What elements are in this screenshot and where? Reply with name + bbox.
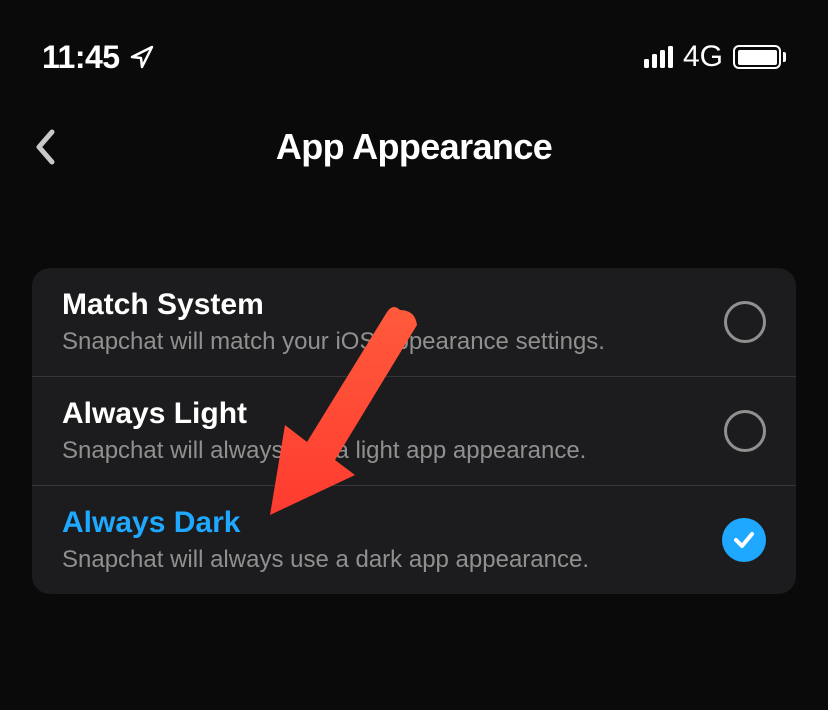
cellular-signal-icon bbox=[644, 46, 673, 68]
status-bar-right: 4G bbox=[644, 40, 786, 74]
option-subtitle: Snapchat will match your iOS appearance … bbox=[62, 328, 724, 356]
network-type-label: 4G bbox=[683, 40, 723, 74]
radio-selected-icon bbox=[722, 518, 766, 562]
chevron-left-icon bbox=[34, 128, 56, 166]
option-subtitle: Snapchat will always use a dark app appe… bbox=[62, 546, 722, 574]
page-header: App Appearance bbox=[0, 78, 828, 178]
checkmark-icon bbox=[732, 528, 756, 552]
radio-unselected-icon bbox=[724, 410, 766, 452]
clock-time: 11:45 bbox=[42, 39, 120, 76]
option-always-dark[interactable]: Always Dark Snapchat will always use a d… bbox=[32, 486, 796, 594]
location-arrow-icon bbox=[130, 45, 154, 69]
option-text: Match System Snapchat will match your iO… bbox=[62, 288, 724, 356]
page-title: App Appearance bbox=[276, 126, 552, 168]
status-bar: 11:45 4G bbox=[0, 0, 828, 78]
option-title: Always Dark bbox=[62, 506, 722, 540]
radio-unselected-icon bbox=[724, 301, 766, 343]
back-button[interactable] bbox=[25, 127, 65, 167]
status-bar-left: 11:45 bbox=[42, 39, 154, 76]
option-title: Always Light bbox=[62, 397, 724, 431]
option-match-system[interactable]: Match System Snapchat will match your iO… bbox=[32, 268, 796, 377]
option-text: Always Light Snapchat will always use a … bbox=[62, 397, 724, 465]
option-always-light[interactable]: Always Light Snapchat will always use a … bbox=[32, 377, 796, 486]
option-text: Always Dark Snapchat will always use a d… bbox=[62, 506, 722, 574]
battery-icon bbox=[733, 45, 786, 69]
appearance-options-list: Match System Snapchat will match your iO… bbox=[32, 268, 796, 594]
option-title: Match System bbox=[62, 288, 724, 322]
option-subtitle: Snapchat will always use a light app app… bbox=[62, 437, 724, 465]
